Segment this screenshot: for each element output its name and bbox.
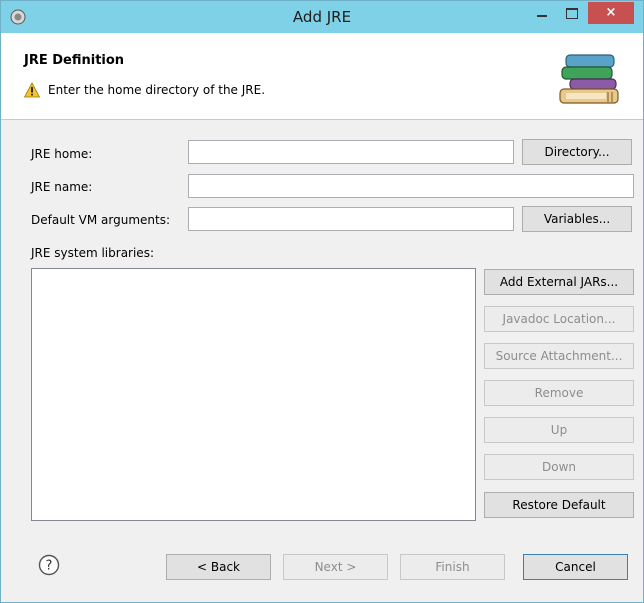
- warning-icon: [24, 82, 40, 98]
- minimize-button[interactable]: [528, 2, 556, 24]
- maximize-button[interactable]: [557, 2, 585, 24]
- restore-default-button[interactable]: Restore Default: [484, 492, 634, 518]
- title-bar[interactable]: Add JRE ×: [1, 1, 643, 33]
- minimize-icon: [537, 15, 547, 17]
- cancel-button[interactable]: Cancel: [523, 554, 628, 580]
- page-title: JRE Definition: [24, 53, 125, 68]
- help-icon[interactable]: ?: [38, 554, 60, 576]
- jre-name-label: JRE name:: [31, 180, 93, 194]
- add-jre-dialog: Add JRE × JRE Definition Enter the home …: [0, 0, 644, 603]
- books-icon: [559, 54, 619, 104]
- up-button[interactable]: Up: [484, 417, 634, 443]
- maximize-icon: [566, 8, 578, 19]
- down-button[interactable]: Down: [484, 454, 634, 480]
- close-button[interactable]: ×: [588, 2, 634, 24]
- jre-name-input[interactable]: [188, 174, 634, 198]
- back-button[interactable]: < Back: [166, 554, 271, 580]
- svg-text:?: ?: [46, 559, 53, 574]
- wizard-header: JRE Definition Enter the home directory …: [1, 33, 643, 120]
- directory-button[interactable]: Directory...: [522, 139, 632, 165]
- finish-button[interactable]: Finish: [400, 554, 505, 580]
- system-libraries-label: JRE system libraries:: [31, 246, 154, 260]
- javadoc-location-button[interactable]: Javadoc Location...: [484, 306, 634, 332]
- system-libraries-list[interactable]: [31, 268, 476, 521]
- remove-button[interactable]: Remove: [484, 380, 634, 406]
- header-message: Enter the home directory of the JRE.: [48, 83, 266, 97]
- jre-home-label: JRE home:: [31, 147, 93, 161]
- vm-arguments-label: Default VM arguments:: [31, 213, 171, 227]
- jre-home-input[interactable]: [188, 140, 514, 164]
- variables-button[interactable]: Variables...: [522, 206, 632, 232]
- next-button[interactable]: Next >: [283, 554, 388, 580]
- source-attachment-button[interactable]: Source Attachment...: [484, 343, 634, 369]
- vm-arguments-input[interactable]: [188, 207, 514, 231]
- add-external-jars-button[interactable]: Add External JARs...: [484, 269, 634, 295]
